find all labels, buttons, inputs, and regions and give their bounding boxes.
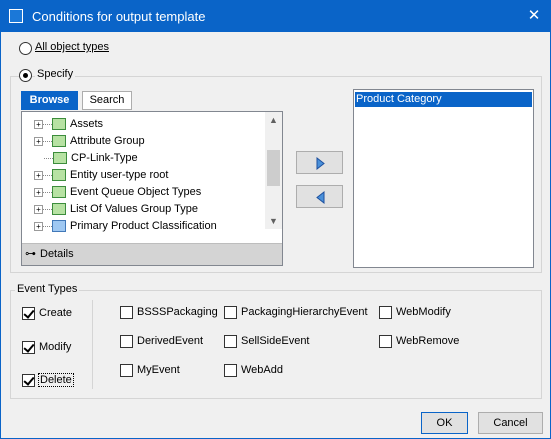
tree-item-label: List Of Values Group Type [70, 203, 198, 215]
expand-icon[interactable]: + [34, 221, 43, 231]
cancel-button[interactable]: Cancel [478, 412, 543, 434]
derived-event-checkbox[interactable] [120, 335, 133, 348]
specify-label[interactable]: Specify [35, 68, 76, 80]
selected-types-list[interactable]: Product Category [353, 89, 534, 268]
tree-item-label: CP-Link-Type [71, 152, 138, 164]
specify-radio[interactable] [19, 69, 32, 82]
tree-item-list-of-values-group-type[interactable]: + List Of Values Group Type [34, 203, 198, 220]
tab-search[interactable]: Search [82, 91, 132, 110]
tree-item-label: Attribute Group [70, 135, 145, 147]
expand-icon[interactable]: + [34, 119, 43, 129]
window-icon [9, 9, 23, 23]
bsss-packaging-label[interactable]: BSSSPackaging [137, 306, 218, 318]
entity-folder-icon [52, 169, 66, 182]
add-to-selection-button[interactable] [296, 151, 343, 174]
list-item[interactable]: Product Category [355, 92, 532, 107]
close-button[interactable]: ✕ [518, 1, 550, 32]
tree-item-event-queue-object-types[interactable]: + Event Queue Object Types [34, 186, 201, 203]
all-object-types-radio[interactable] [19, 42, 32, 55]
packaging-hierarchy-event-checkbox[interactable] [224, 306, 237, 319]
tree-item-label: Event Queue Object Types [70, 186, 202, 198]
my-event-checkbox[interactable] [120, 364, 133, 377]
create-checkbox[interactable] [22, 307, 35, 320]
my-event-label[interactable]: MyEvent [137, 364, 180, 376]
web-add-label[interactable]: WebAdd [241, 364, 283, 376]
web-remove-checkbox[interactable] [379, 335, 392, 348]
window-title: Conditions for output template [32, 9, 206, 24]
scroll-up-icon[interactable]: ▲ [265, 112, 282, 128]
tree-scrollbar[interactable]: ▲ ▼ [265, 112, 282, 229]
details-toggle-icon[interactable]: ⊶ [25, 247, 36, 260]
event-folder-icon [52, 186, 66, 199]
event-types-legend: Event Types [15, 283, 80, 295]
tree-item-assets[interactable]: + Assets [34, 118, 103, 135]
assets-icon [52, 118, 66, 131]
attribute-folder-icon [52, 135, 66, 148]
modify-label[interactable]: Modify [39, 341, 71, 353]
create-label[interactable]: Create [39, 307, 72, 319]
expand-icon[interactable]: + [34, 170, 43, 180]
tree-item-cp-link-type[interactable]: CP-Link-Type [34, 152, 138, 169]
details-label: Details [40, 248, 74, 260]
tree-item-label: Assets [70, 118, 104, 130]
tree-item-attribute-group[interactable]: + Attribute Group [34, 135, 145, 152]
sell-side-event-label[interactable]: SellSideEvent [241, 335, 310, 347]
expand-icon[interactable]: + [34, 136, 43, 146]
remove-from-selection-button[interactable] [296, 185, 343, 208]
all-object-types-label[interactable]: All object types [35, 41, 109, 53]
scroll-thumb[interactable] [267, 150, 280, 186]
bsss-packaging-checkbox[interactable] [120, 306, 133, 319]
derived-event-label[interactable]: DerivedEvent [137, 335, 203, 347]
title-bar: Conditions for output template ✕ [1, 1, 550, 32]
web-add-checkbox[interactable] [224, 364, 237, 377]
delete-label[interactable]: Delete [38, 373, 74, 387]
packaging-hierarchy-event-label[interactable]: PackagingHierarchyEvent [241, 306, 368, 318]
arrow-left-icon [316, 190, 325, 205]
expand-icon[interactable]: + [34, 187, 43, 197]
ok-button[interactable]: OK [421, 412, 468, 434]
object-type-tree[interactable]: + Assets + Attribute Group CP-Link-Type + E… [21, 111, 283, 266]
sell-side-event-checkbox[interactable] [224, 335, 237, 348]
modify-checkbox[interactable] [22, 341, 35, 354]
tree-item-primary-product-classification[interactable]: + Primary Product Classification [34, 220, 217, 237]
tree-item-entity-user-type-root[interactable]: + Entity user-type root [34, 169, 168, 186]
arrow-right-icon [316, 156, 325, 171]
web-modify-checkbox[interactable] [379, 306, 392, 319]
scroll-down-icon[interactable]: ▼ [265, 213, 282, 229]
link-type-folder-icon [53, 152, 67, 165]
tree-item-label: Primary Product Classification [70, 220, 217, 232]
details-pane-bar[interactable]: ⊶ Details [22, 243, 282, 265]
web-modify-label[interactable]: WebModify [396, 306, 451, 318]
web-remove-label[interactable]: WebRemove [396, 335, 459, 347]
classification-folder-icon [52, 220, 66, 233]
delete-checkbox[interactable] [22, 374, 35, 387]
lov-folder-icon [52, 203, 66, 216]
dialog-window: Conditions for output template ✕ All obj… [0, 0, 551, 439]
expand-icon[interactable]: + [34, 204, 43, 214]
tree-item-label: Entity user-type root [70, 169, 169, 181]
event-types-separator [92, 300, 93, 389]
tab-browse[interactable]: Browse [21, 91, 78, 110]
